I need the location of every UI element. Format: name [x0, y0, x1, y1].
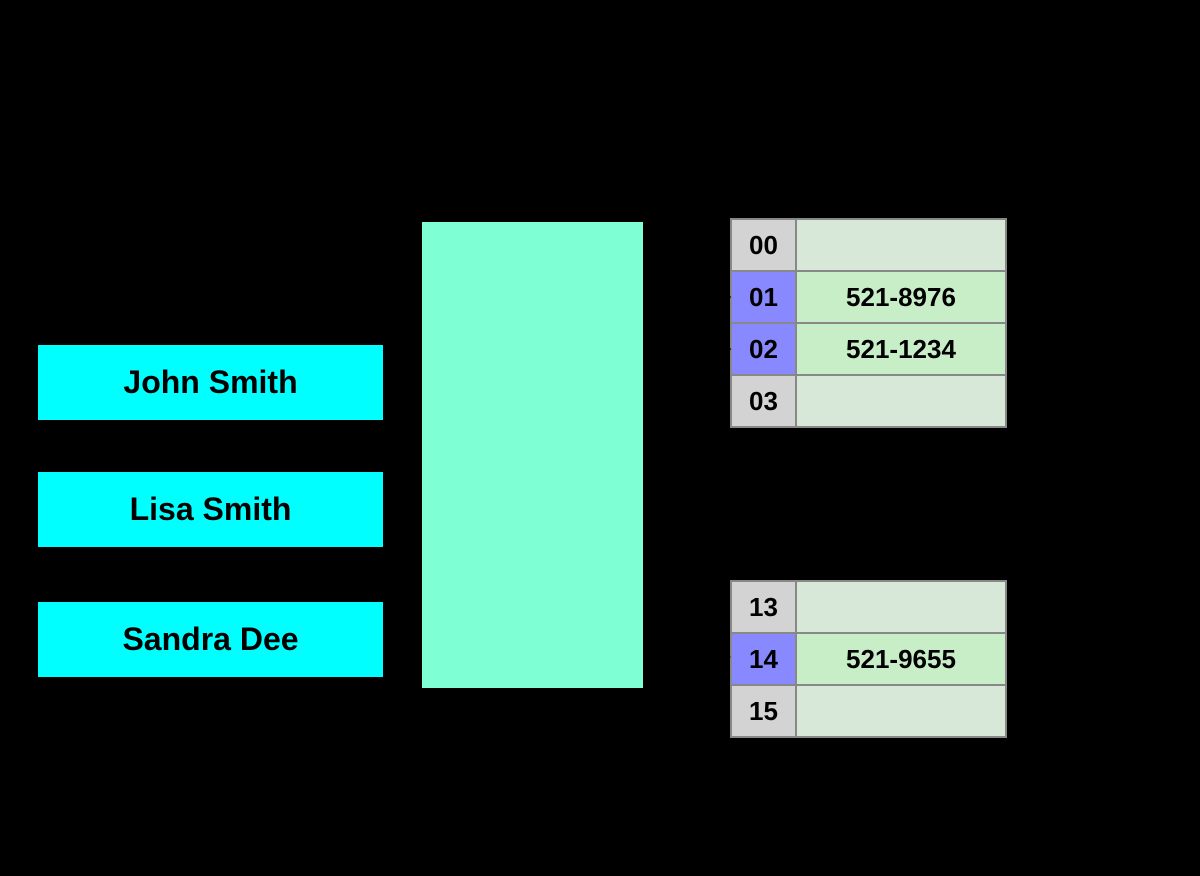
table-bottom-index-1: 14: [731, 633, 796, 685]
person-sandra-label: Sandra Dee: [122, 621, 298, 658]
table-bottom-index-2: 15: [731, 685, 796, 737]
table-bottom-value-2: [796, 685, 1006, 737]
table-top-row: 03: [731, 375, 1006, 427]
table-bottom: 1314521-965515: [730, 580, 1007, 738]
person-lisa: Lisa Smith: [36, 470, 385, 549]
table-top-row: 01521-8976: [731, 271, 1006, 323]
table-bottom-row: 15: [731, 685, 1006, 737]
table-top-row: 02521-1234: [731, 323, 1006, 375]
person-john-label: John Smith: [123, 364, 297, 401]
table-bottom-value-1: 521-9655: [796, 633, 1006, 685]
person-sandra: Sandra Dee: [36, 600, 385, 679]
person-john: John Smith: [36, 343, 385, 422]
table-top-value-3: [796, 375, 1006, 427]
table-top-row: 00: [731, 219, 1006, 271]
table-top-value-1: 521-8976: [796, 271, 1006, 323]
diagram-container: John Smith Lisa Smith Sandra Dee 0001521…: [0, 0, 1200, 876]
table-top-index-2: 02: [731, 323, 796, 375]
table-bottom-row: 13: [731, 581, 1006, 633]
table-bottom-index-0: 13: [731, 581, 796, 633]
table-top: 0001521-897602521-123403: [730, 218, 1007, 428]
table-top-index-1: 01: [731, 271, 796, 323]
table-top-index-0: 00: [731, 219, 796, 271]
table-top-value-0: [796, 219, 1006, 271]
table-top-value-2: 521-1234: [796, 323, 1006, 375]
hash-block: [420, 220, 645, 690]
table-top-index-3: 03: [731, 375, 796, 427]
table-bottom-value-0: [796, 581, 1006, 633]
person-lisa-label: Lisa Smith: [130, 491, 292, 528]
table-bottom-row: 14521-9655: [731, 633, 1006, 685]
